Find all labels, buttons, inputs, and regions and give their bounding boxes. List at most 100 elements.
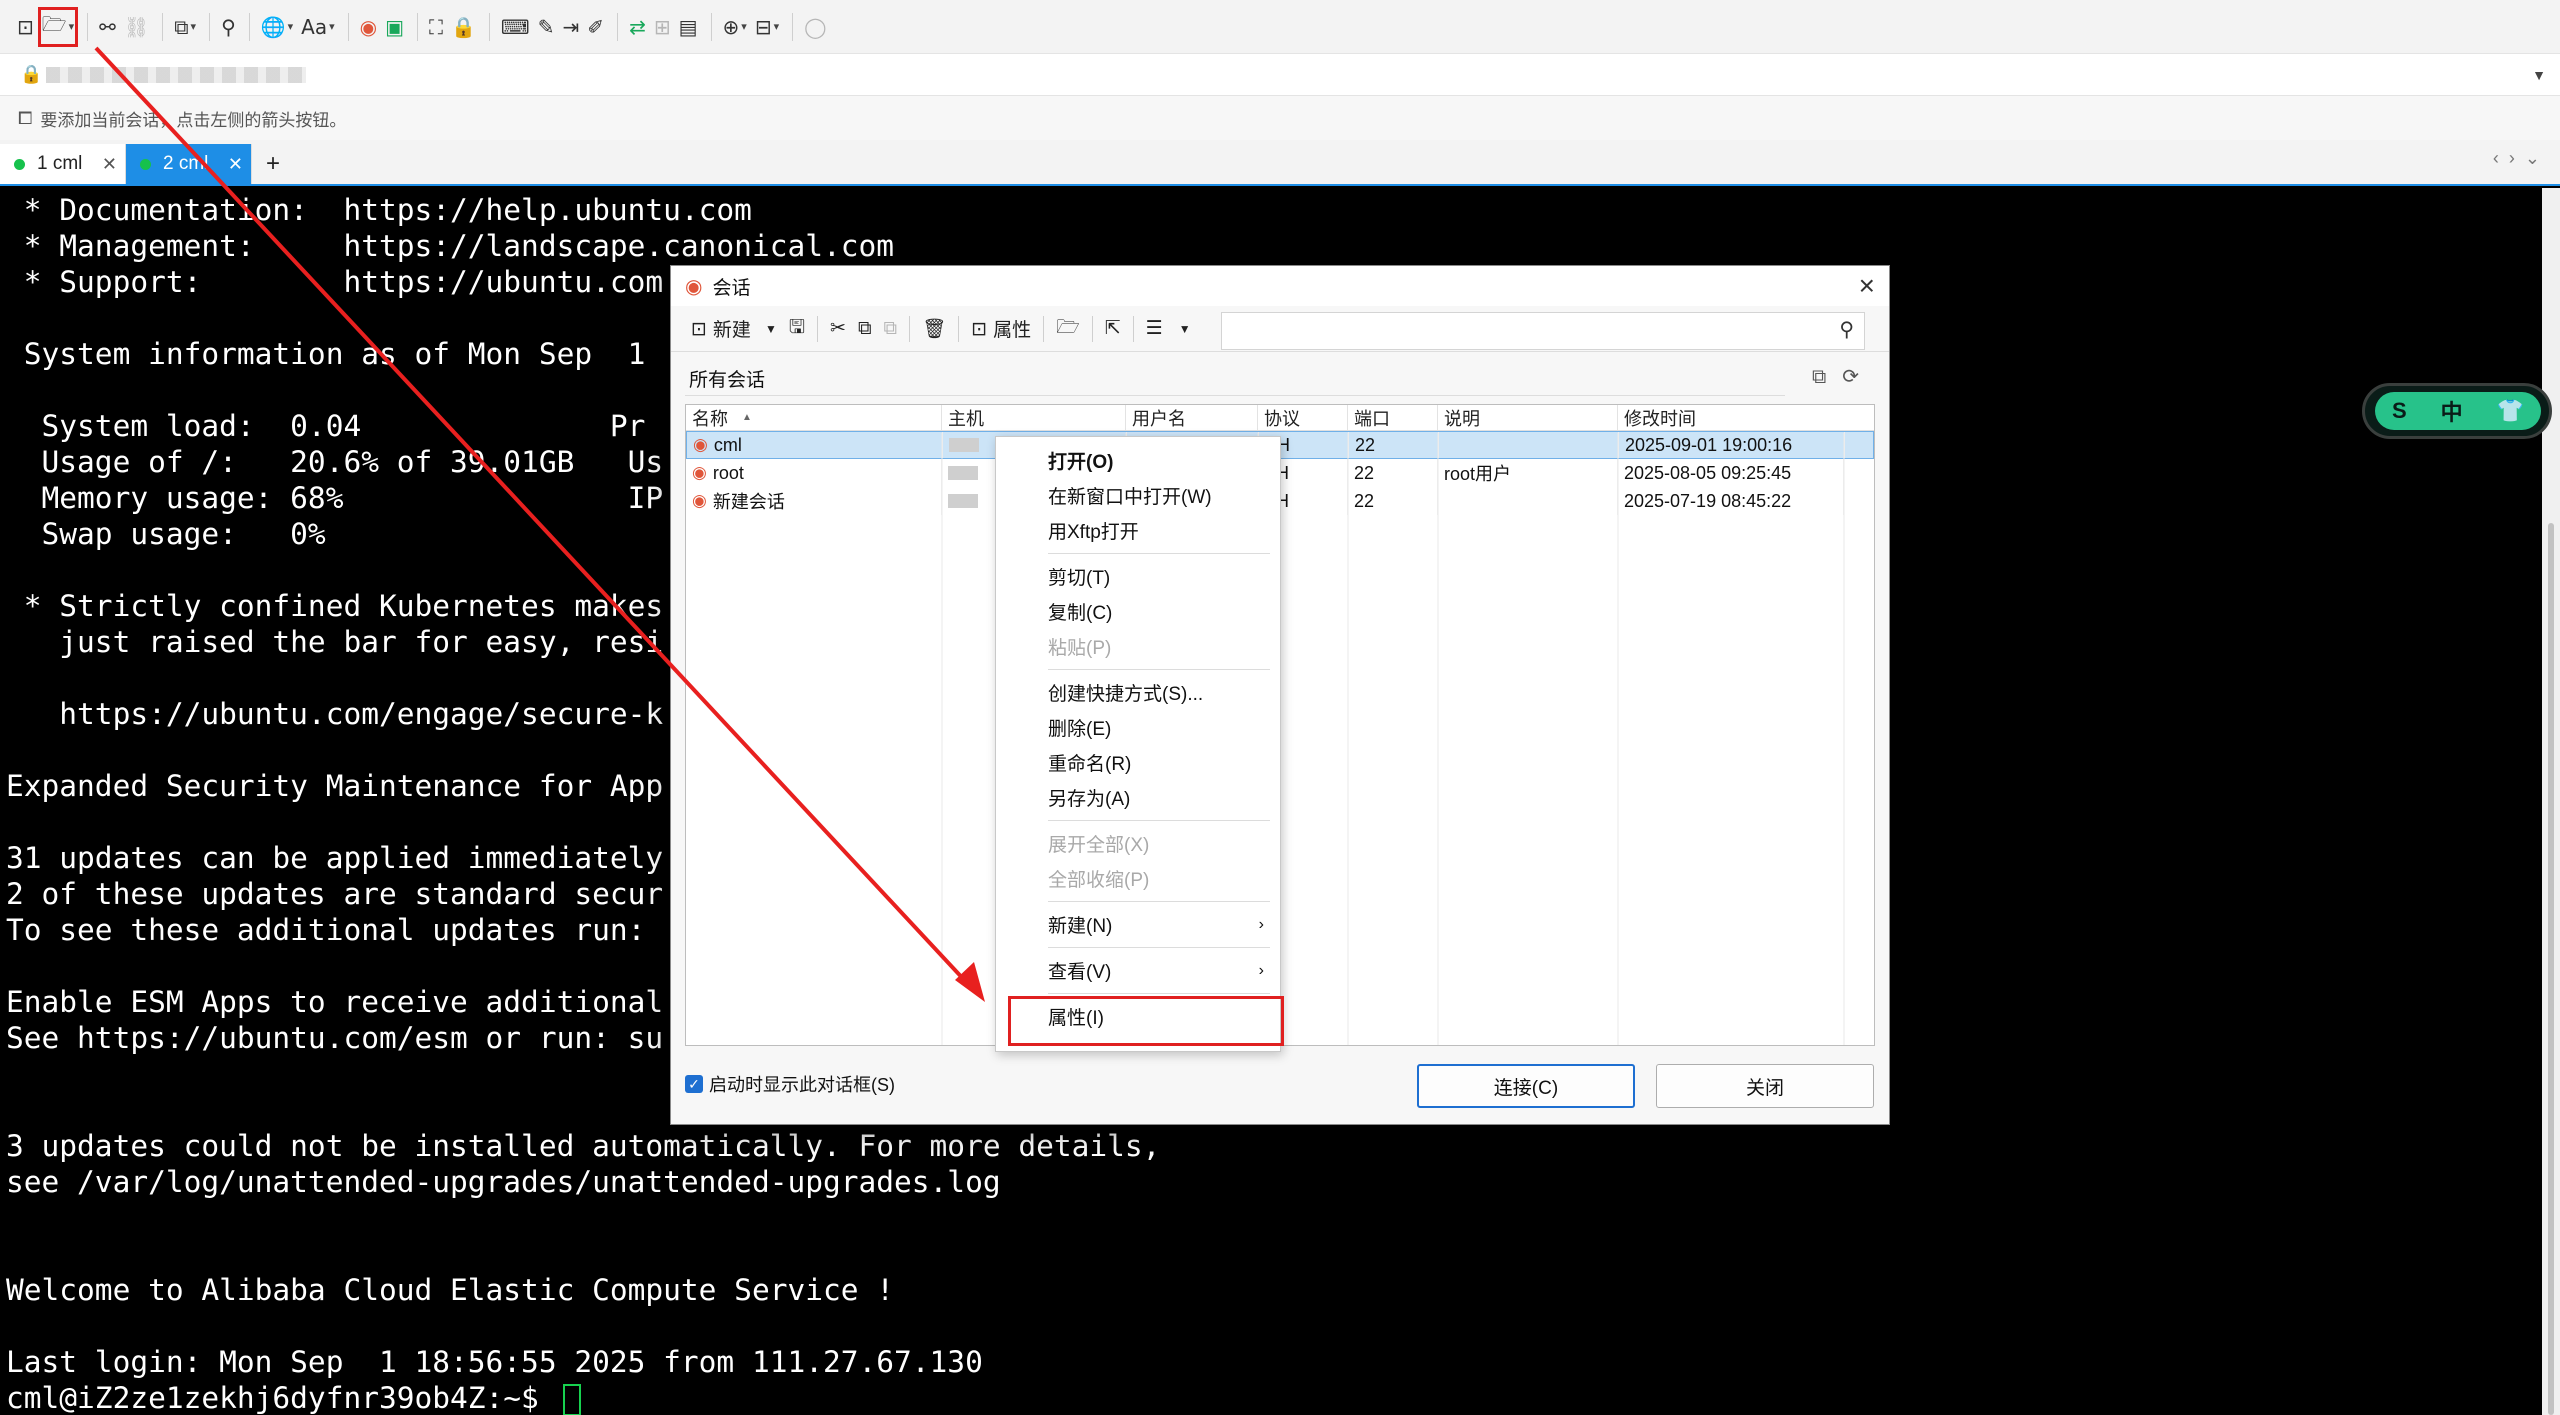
save-icon[interactable]: 🖫 xyxy=(783,311,811,347)
delete-icon[interactable]: 🗑 xyxy=(916,311,952,347)
menu-item[interactable]: 创建快捷方式(S)... xyxy=(996,675,1280,710)
highlight-icon[interactable]: ✎ xyxy=(535,8,558,46)
column-header[interactable]: 协议 xyxy=(1258,405,1348,430)
menu-item[interactable]: 打开(O) xyxy=(996,443,1280,478)
menu-item-label: 展开全部(X) xyxy=(1048,835,1150,856)
new-tab-icon[interactable]: ⧉ ▾ xyxy=(171,8,199,46)
menu-separator xyxy=(1048,820,1270,821)
show-on-startup-checkbox[interactable]: ✓ xyxy=(685,1075,703,1093)
column-header[interactable]: 修改时间 xyxy=(1618,405,1844,430)
close-icon[interactable]: × xyxy=(1859,270,1875,302)
view-list-icon[interactable]: ☰ ▼ xyxy=(1140,311,1197,347)
reconnect-icon[interactable]: ⚯ xyxy=(96,8,119,46)
column-header[interactable]: 主机 xyxy=(942,405,1126,430)
modified-cell: 2025-07-19 08:45:22 xyxy=(1618,487,1844,515)
connect-button[interactable]: 连接(C) xyxy=(1417,1064,1635,1108)
scrollbar-thumb[interactable] xyxy=(2548,523,2554,1415)
xftp-icon[interactable]: ▣ xyxy=(382,8,407,46)
shirt-icon[interactable]: 👕 xyxy=(2497,398,2524,424)
close-icon[interactable]: ✕ xyxy=(102,154,117,175)
path-actions: ⧉⟳ xyxy=(1812,364,1875,389)
status-dot xyxy=(14,158,25,170)
column-label: 名称 xyxy=(692,408,728,429)
redacted-host xyxy=(948,466,978,480)
menu-item[interactable]: 新建(N) › xyxy=(996,907,1280,942)
search-icon[interactable]: ⚲ xyxy=(218,8,239,46)
chevron-right-icon: › xyxy=(1258,915,1264,933)
address-bar[interactable]: 🔒 ▼ xyxy=(0,54,2560,96)
session-search-input[interactable]: ⚲ xyxy=(1221,312,1865,350)
xshell-icon[interactable]: ◉ xyxy=(357,8,380,46)
vertical-scrollbar[interactable] xyxy=(2542,188,2560,1415)
menu-item[interactable]: 另存为(A) xyxy=(996,780,1280,815)
globe-icon[interactable]: 🌐 ▾ xyxy=(258,8,296,46)
properties-button[interactable]: ⊡ 属性 xyxy=(965,311,1037,347)
folder-icon[interactable]: 🗁 xyxy=(1050,311,1086,347)
disconnect-icon[interactable]: ⛓ xyxy=(121,8,152,46)
menu-item-label: 创建快捷方式(S)... xyxy=(1048,684,1204,705)
chevron-down-icon[interactable]: ▼ xyxy=(765,322,777,336)
menu-item-label: 全部收缩(P) xyxy=(1048,870,1150,891)
add-tab-button[interactable]: + xyxy=(252,144,294,184)
properties-icon: ⊡ xyxy=(971,317,988,340)
tunnel-icon[interactable]: ⇄ xyxy=(626,8,649,46)
column-header[interactable]: 名称 ▲ xyxy=(686,405,942,430)
lock-icon[interactable]: 🔒 xyxy=(448,8,479,46)
show-on-startup-label: 启动时显示此对话框(S) xyxy=(709,1075,895,1095)
add-session-icon[interactable]: ⧠ xyxy=(18,108,32,129)
transfer-icon[interactable]: ⇥ xyxy=(560,8,583,46)
new-session-icon[interactable]: ⊡ xyxy=(14,8,37,46)
menu-separator xyxy=(1048,901,1270,902)
column-header[interactable]: 说明 xyxy=(1438,405,1618,430)
compose-icon[interactable]: ⌨ xyxy=(498,8,533,46)
notes-icon[interactable]: ▤ xyxy=(676,8,701,46)
menu-item[interactable]: 查看(V) › xyxy=(996,953,1280,988)
dialog-title: 会话 xyxy=(712,277,751,299)
ime-pill[interactable]: S 中 👕 xyxy=(2375,392,2541,430)
table-header: 名称 ▲ 主机 用户名 协议 端口 说明 修改时间 xyxy=(686,405,1874,431)
column-header[interactable]: 用户名 xyxy=(1126,405,1258,430)
menu-separator xyxy=(1048,553,1270,554)
menu-item-label: 粘贴(P) xyxy=(1048,638,1112,659)
open-session-icon[interactable]: 🗁 ▾ xyxy=(37,6,79,47)
terminal-line: * Management: https://landscape.canonica… xyxy=(6,229,895,263)
toolbar-divider xyxy=(617,12,619,41)
chevron-down-icon[interactable]: ▼ xyxy=(1179,322,1191,336)
copy-icon[interactable]: ⧉ xyxy=(852,311,878,347)
record-icon[interactable]: ⊞ xyxy=(651,8,674,46)
port-cell: 22 xyxy=(1348,487,1438,515)
session-name-cell: ◉ 新建会话 xyxy=(686,487,942,515)
close-button[interactable]: 关闭 xyxy=(1656,1064,1874,1108)
ime-mode[interactable]: 中 xyxy=(2441,395,2463,427)
menu-item[interactable]: 属性(I) xyxy=(996,999,1280,1034)
new-label: 新建 xyxy=(712,320,751,341)
paste-icon[interactable]: ⧉ xyxy=(878,311,904,347)
menu-item[interactable]: 用Xftp打开 xyxy=(996,513,1280,548)
script-icon[interactable]: ✐ xyxy=(584,8,607,46)
menu-item[interactable]: 在新窗口中打开(W) xyxy=(996,478,1280,513)
menu-separator xyxy=(1048,669,1270,670)
up-folder-icon[interactable]: ⧉ xyxy=(1812,366,1842,388)
layout-icon[interactable]: ⊟ ▾ xyxy=(752,8,782,46)
close-icon[interactable]: ✕ xyxy=(228,154,243,175)
font-icon[interactable]: Aa ▾ xyxy=(298,8,337,46)
tab-2-cml[interactable]: 2 cml ✕ xyxy=(126,144,252,184)
tab-navigation[interactable]: ‹›⌄ xyxy=(2493,148,2550,169)
properties-label: 属性 xyxy=(993,320,1032,341)
ime-widget[interactable]: S 中 👕 xyxy=(2362,383,2552,439)
search-icon[interactable]: ⚲ xyxy=(1839,317,1854,342)
column-header[interactable]: 端口 xyxy=(1348,405,1438,430)
new-button[interactable]: ⊡ 新建 ▼ xyxy=(685,311,783,347)
menu-item[interactable]: 删除(E) xyxy=(996,710,1280,745)
export-icon[interactable]: ⇱ xyxy=(1099,311,1127,347)
fullscreen-icon[interactable]: ⛶ xyxy=(426,8,446,46)
cut-icon[interactable]: ✂ xyxy=(824,311,852,347)
add-pane-icon[interactable]: ⊕ ▾ xyxy=(720,8,750,46)
menu-item[interactable]: 剪切(T) xyxy=(996,559,1280,594)
menu-item[interactable]: 复制(C) xyxy=(996,594,1280,629)
chat-icon[interactable]: ◯ xyxy=(801,8,829,46)
chevron-down-icon[interactable]: ▼ xyxy=(2532,67,2546,83)
menu-item[interactable]: 重命名(R) xyxy=(996,745,1280,780)
tab-1-cml[interactable]: 1 cml ✕ xyxy=(0,144,126,184)
refresh-icon[interactable]: ⟳ xyxy=(1842,366,1875,388)
